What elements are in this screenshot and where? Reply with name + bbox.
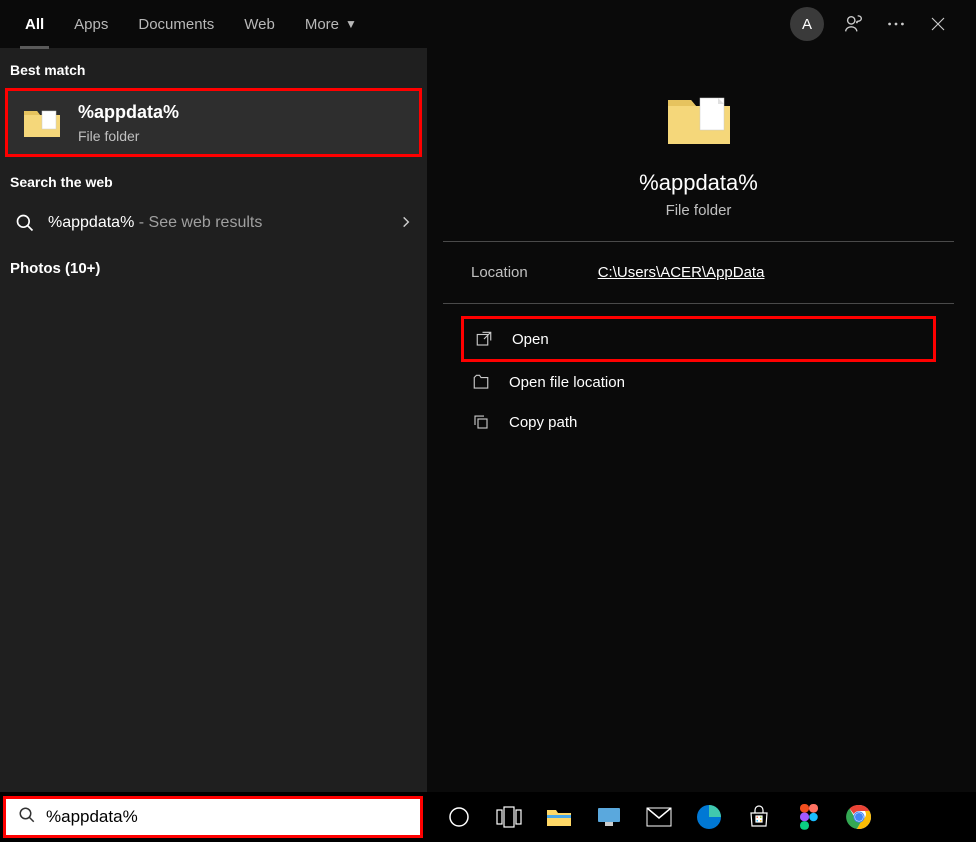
- file-explorer-icon[interactable]: [534, 794, 584, 840]
- location-path[interactable]: C:\Users\ACER\AppData: [598, 264, 765, 281]
- figma-icon[interactable]: [784, 794, 834, 840]
- action-copy-path[interactable]: Copy path: [461, 402, 936, 442]
- folder-icon: [22, 105, 62, 141]
- web-search-result[interactable]: %appdata% - See web results: [0, 200, 427, 246]
- preview-header: %appdata% File folder: [443, 60, 954, 242]
- action-open-file-location[interactable]: Open file location: [461, 362, 936, 402]
- copy-icon: [471, 412, 491, 432]
- search-web-header: Search the web: [0, 160, 427, 200]
- best-match-header: Best match: [0, 48, 427, 88]
- best-match-text: %appdata% File folder: [78, 101, 179, 144]
- filter-tabs: All Apps Documents Web More ▼: [10, 0, 372, 48]
- windows-search-window: All Apps Documents Web More ▼ A: [0, 0, 970, 793]
- best-match-title: %appdata%: [78, 101, 179, 124]
- mail-icon[interactable]: [634, 794, 684, 840]
- tab-apps[interactable]: Apps: [59, 0, 123, 48]
- preview-subtitle: File folder: [463, 202, 934, 219]
- folder-location-icon: [471, 372, 491, 392]
- content-area: Best match %appdata% File folder Search …: [0, 48, 970, 793]
- action-open-label: Open: [512, 331, 549, 348]
- preview-card: %appdata% File folder Location C:\Users\…: [443, 60, 954, 777]
- web-result-text: %appdata% - See web results: [48, 214, 387, 232]
- edge-icon[interactable]: [684, 794, 734, 840]
- feedback-icon[interactable]: [842, 12, 866, 36]
- remote-desktop-icon[interactable]: [584, 794, 634, 840]
- actions-list: Open Open file location: [443, 304, 954, 454]
- open-icon: [474, 329, 494, 349]
- close-icon[interactable]: [926, 12, 950, 36]
- web-result-suffix: - See web results: [134, 214, 262, 231]
- location-label: Location: [471, 264, 528, 281]
- more-options-icon[interactable]: [884, 12, 908, 36]
- search-icon: [18, 806, 36, 829]
- tab-more-label: More: [305, 16, 339, 33]
- top-bar: All Apps Documents Web More ▼ A: [0, 0, 970, 48]
- user-avatar[interactable]: A: [790, 7, 824, 41]
- top-right-controls: A: [790, 7, 960, 41]
- cortana-icon[interactable]: [434, 794, 484, 840]
- search-input[interactable]: [46, 807, 408, 827]
- best-match-subtitle: File folder: [78, 128, 179, 144]
- tab-more[interactable]: More ▼: [290, 0, 372, 48]
- taskbar-icons: [426, 794, 884, 840]
- task-view-icon[interactable]: [484, 794, 534, 840]
- taskbar-search-box[interactable]: [3, 796, 423, 838]
- chevron-right-icon: [399, 213, 413, 234]
- action-copy-path-label: Copy path: [509, 414, 577, 431]
- taskbar: [0, 792, 976, 842]
- preview-panel: %appdata% File folder Location C:\Users\…: [427, 48, 970, 793]
- folder-icon: [664, 88, 734, 152]
- store-icon[interactable]: [734, 794, 784, 840]
- best-match-result[interactable]: %appdata% File folder: [5, 88, 422, 157]
- chevron-down-icon: ▼: [345, 17, 357, 31]
- action-open[interactable]: Open: [461, 316, 936, 362]
- tab-all[interactable]: All: [10, 0, 59, 48]
- results-panel: Best match %appdata% File folder Search …: [0, 48, 427, 793]
- location-row: Location C:\Users\ACER\AppData: [443, 242, 954, 304]
- action-open-location-label: Open file location: [509, 374, 625, 391]
- search-icon: [14, 212, 36, 234]
- chrome-icon[interactable]: [834, 794, 884, 840]
- tab-web[interactable]: Web: [229, 0, 290, 48]
- web-result-term: %appdata%: [48, 214, 134, 231]
- tab-documents[interactable]: Documents: [123, 0, 229, 48]
- preview-title: %appdata%: [463, 170, 934, 196]
- photos-header[interactable]: Photos (10+): [0, 246, 427, 291]
